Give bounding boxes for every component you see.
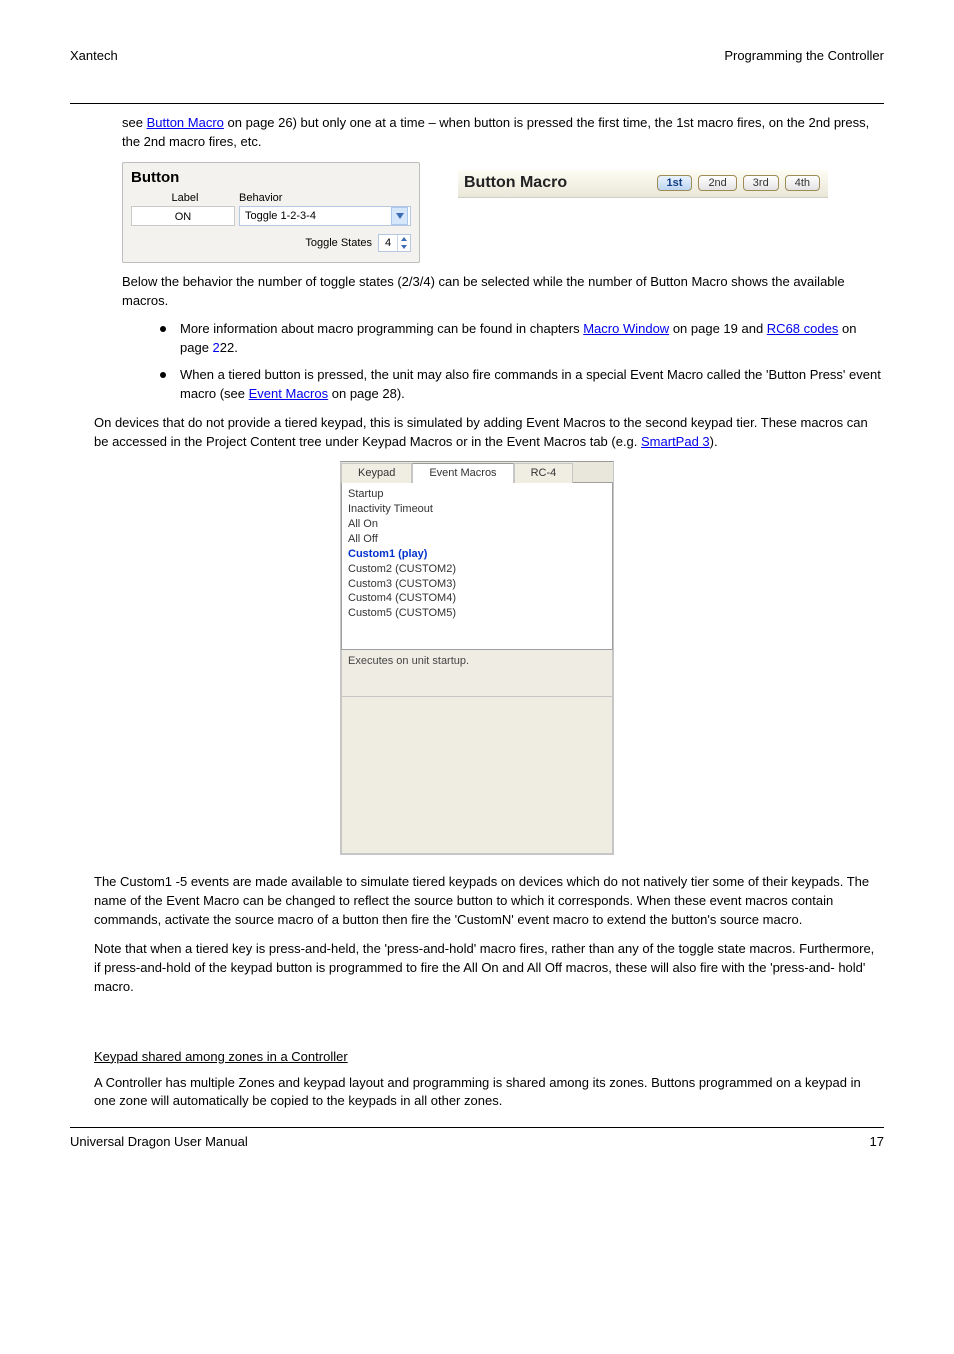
behavior-header: Behavior	[239, 192, 282, 204]
text-frag: On devices that do not provide a tiered …	[94, 415, 868, 449]
behavior-select[interactable]: Toggle 1-2-3-4	[239, 206, 411, 226]
evm-item-custom2[interactable]: Custom2 (CUSTOM2)	[346, 562, 610, 577]
header-right: Programming the Controller	[724, 48, 884, 63]
text-frag: on page 19 and	[673, 321, 767, 336]
footer-right: 17	[870, 1134, 884, 1149]
evm-item-alloff[interactable]: All Off	[346, 532, 610, 547]
text-frag: More information about macro programming…	[180, 321, 583, 336]
para-note-press-hold: Note that when a tiered key is press-and…	[70, 940, 884, 997]
evm-item-custom4[interactable]: Custom4 (CUSTOM4)	[346, 591, 610, 606]
bullet-icon	[160, 326, 166, 332]
text-frag: on page 28).	[332, 386, 405, 401]
text-frag: ).	[710, 434, 718, 449]
link-smartpad3[interactable]: SmartPad 3	[641, 434, 710, 449]
figure-event-macros: Keypad Event Macros RC-4 Startup Inactiv…	[340, 461, 614, 855]
evm-item-custom3[interactable]: Custom3 (CUSTOM3)	[346, 577, 610, 592]
toggle-states-value: 4	[379, 237, 397, 249]
link-rc68[interactable]: RC68 codes	[767, 321, 839, 336]
evm-hint: Executes on unit startup.	[341, 650, 613, 697]
toggle-states-label: Toggle States	[305, 237, 372, 249]
evm-list[interactable]: Startup Inactivity Timeout All On All Of…	[341, 482, 613, 650]
spinner-down-icon[interactable]	[398, 243, 410, 251]
bullet-button-press-event: When a tiered button is pressed, the uni…	[160, 366, 884, 404]
evm-item-inactivity[interactable]: Inactivity Timeout	[346, 502, 610, 517]
link-event-macros[interactable]: Event Macros	[249, 386, 328, 401]
evm-tab-event-macros[interactable]: Event Macros	[412, 463, 513, 483]
macro-tab-1st[interactable]: 1st	[657, 175, 693, 191]
behavior-value: Toggle 1-2-3-4	[245, 210, 316, 222]
label-header: Label	[131, 192, 239, 204]
para-button-macro-ref: see Button Macro on page 26) but only on…	[70, 114, 884, 152]
link-button-macro[interactable]: Button Macro	[147, 115, 224, 130]
figure-button-box: Button Label Behavior ON Toggle 1-2-3-4 …	[122, 162, 420, 263]
evm-item-startup[interactable]: Startup	[346, 487, 610, 502]
text-frag: on page 26) but only one at a time – whe…	[122, 115, 869, 149]
chevron-down-icon[interactable]	[391, 207, 408, 225]
bullet-icon	[160, 372, 166, 378]
link-page-22[interactable]: 2	[213, 340, 220, 355]
button-box-title: Button	[131, 169, 411, 186]
header-left: Xantech	[70, 48, 118, 63]
heading-keypad-shared: Keypad shared among zones in a Controlle…	[70, 1049, 884, 1064]
link-macro-window[interactable]: Macro Window	[583, 321, 669, 336]
para-shared-keypad: A Controller has multiple Zones and keyp…	[70, 1074, 884, 1112]
bullet-more-info: More information about macro programming…	[160, 320, 884, 358]
para-event-macros-intro: On devices that do not provide a tiered …	[70, 414, 884, 452]
evm-empty-panel	[341, 697, 613, 854]
evm-tab-keypad[interactable]: Keypad	[341, 463, 412, 483]
figure-button-macro-tabs: Button Macro 1st 2nd 3rd 4th	[458, 170, 828, 198]
para-below-figs: Below the behavior the number of toggle …	[70, 273, 884, 311]
label-input[interactable]: ON	[131, 206, 235, 226]
evm-item-allon[interactable]: All On	[346, 517, 610, 532]
evm-item-custom1[interactable]: Custom1 (play)	[346, 547, 610, 562]
evm-item-custom5[interactable]: Custom5 (CUSTOM5)	[346, 606, 610, 621]
para-custom-events: The Custom1 -5 events are made available…	[70, 873, 884, 930]
rule-top	[70, 103, 884, 104]
text-frag: see	[122, 115, 147, 130]
macro-tab-3rd[interactable]: 3rd	[743, 175, 779, 191]
macro-tab-4th[interactable]: 4th	[785, 175, 820, 191]
footer-left: Universal Dragon User Manual	[70, 1134, 248, 1149]
evm-tab-rc4[interactable]: RC-4	[514, 463, 574, 483]
text-frag: 22.	[220, 340, 238, 355]
toggle-states-spinner[interactable]: 4	[378, 234, 411, 252]
rule-bottom	[70, 1127, 884, 1128]
spinner-up-icon[interactable]	[398, 235, 410, 243]
macro-tab-2nd[interactable]: 2nd	[698, 175, 736, 191]
button-macro-title: Button Macro	[464, 174, 567, 192]
